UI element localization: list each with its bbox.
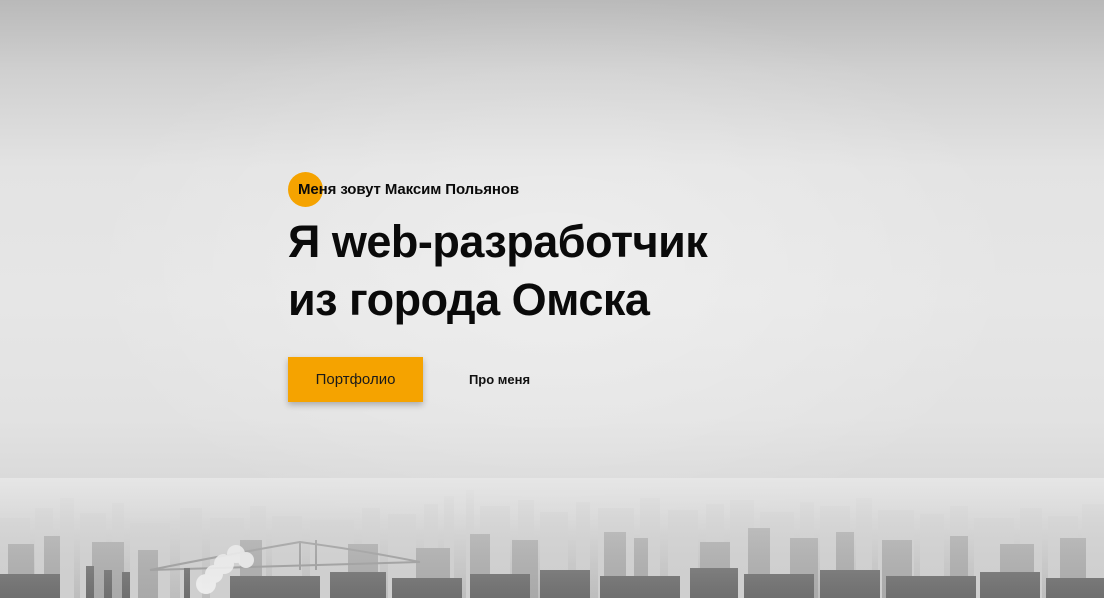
headline-emphasis: Я web- xyxy=(288,216,433,267)
hero-headline: Я web-разработчик из города Омска xyxy=(288,213,848,329)
headline-line-2: из города Омска xyxy=(288,274,650,325)
about-me-button[interactable]: Про меня xyxy=(452,357,547,402)
intro-line: Меня зовут Максим Польянов xyxy=(288,172,688,207)
city-skyline-image xyxy=(0,478,1104,598)
headline-line-1: Я web-разработчик xyxy=(288,213,848,271)
hero-section: Меня зовут Максим Польянов Я web-разрабо… xyxy=(0,0,1104,598)
intro-text: Меня зовут Максим Польянов xyxy=(298,181,520,198)
portfolio-button[interactable]: Портфолио xyxy=(288,357,423,402)
headline-line-1-rest: разработчик xyxy=(432,216,708,267)
